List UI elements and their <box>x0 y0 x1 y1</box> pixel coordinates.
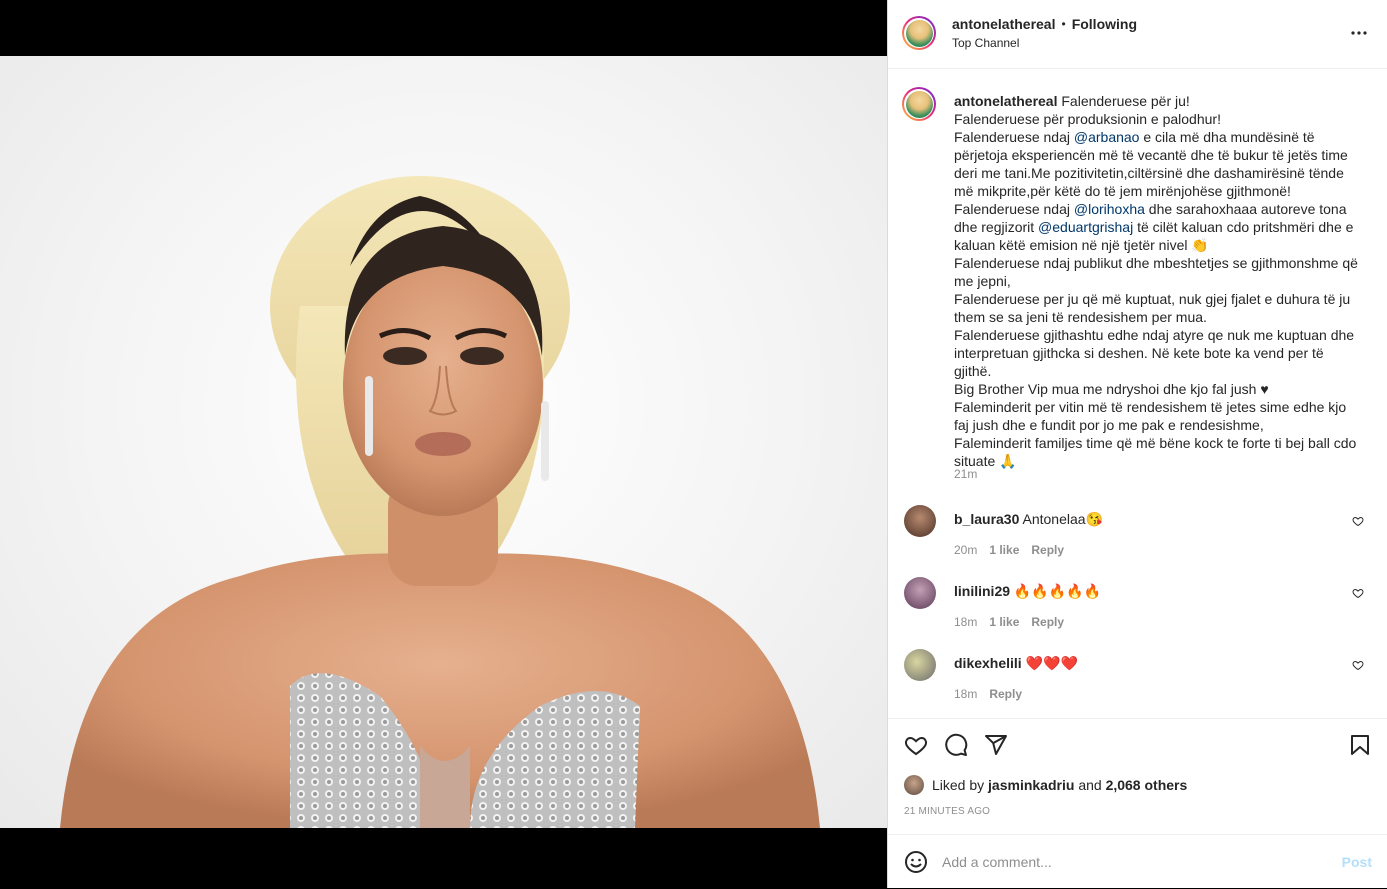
caption-line: Falenderuese për ju! <box>1061 93 1190 109</box>
mention-link[interactable]: @arbanao <box>1074 129 1140 145</box>
likes-summary: Liked by jasminkadriu and 2,068 others <box>904 775 1187 795</box>
comment-text: ❤️❤️❤️ <box>1025 655 1078 671</box>
post-comment-button[interactable]: Post <box>1342 854 1372 870</box>
commenter-avatar[interactable] <box>904 505 936 537</box>
commenter-avatar[interactable] <box>904 649 936 681</box>
comment-likes[interactable]: 1 like <box>989 543 1019 557</box>
commenter-username[interactable]: b_laura30 <box>954 511 1019 527</box>
caption-line: Big Brother Vip mua me ndryshoi dhe kjo … <box>954 381 1269 397</box>
comment-text: Antonelaa😘 <box>1022 511 1104 527</box>
reply-button[interactable]: Reply <box>989 687 1022 701</box>
caption-author-avatar[interactable] <box>902 87 936 121</box>
post-timestamp[interactable]: 21 MINUTES AGO <box>904 806 990 817</box>
post-media <box>0 0 887 888</box>
post-photo[interactable] <box>0 56 887 828</box>
post-panel: antonelathereal • Following Top Channel … <box>887 0 1387 888</box>
commenter-avatar[interactable] <box>904 577 936 609</box>
comment-like-heart-icon[interactable] <box>1352 659 1364 671</box>
comment-icon[interactable] <box>944 733 968 757</box>
caption-line: Faleminderit per vitin më të rendesishem… <box>954 399 1347 433</box>
comment-likes[interactable]: 1 like <box>989 615 1019 629</box>
comment-item: dikexhelili ❤️❤️❤️ 18m Reply <box>904 649 1374 709</box>
author-username[interactable]: antonelathereal <box>952 16 1055 32</box>
portrait-image <box>60 176 820 828</box>
commenter-username[interactable]: dikexhelili <box>954 655 1022 671</box>
share-icon[interactable] <box>984 733 1008 757</box>
heart-icon[interactable] <box>904 733 928 757</box>
caption-line: Falenderuese per ju që më kuptuat, nuk g… <box>954 291 1351 325</box>
liker-avatar[interactable] <box>904 775 924 795</box>
commenter-username[interactable]: linilini29 <box>954 583 1010 599</box>
liker-username[interactable]: jasminkadriu <box>988 777 1074 793</box>
likes-prefix: Liked by <box>932 777 985 793</box>
caption-time[interactable]: 21m <box>954 467 977 481</box>
author-avatar[interactable] <box>902 16 936 50</box>
mention-link[interactable]: @lorihoxha <box>1074 201 1145 217</box>
reply-button[interactable]: Reply <box>1031 543 1064 557</box>
post-header: antonelathereal • Following Top Channel <box>888 0 1387 69</box>
caption-line: Falenderuese për produksionin e palodhur… <box>954 111 1221 127</box>
comment-like-heart-icon[interactable] <box>1352 515 1364 527</box>
comment-time[interactable]: 20m <box>954 543 977 557</box>
reply-button[interactable]: Reply <box>1031 615 1064 629</box>
likes-others-link[interactable]: 2,068 others <box>1106 777 1188 793</box>
likes-and: and <box>1078 777 1102 793</box>
caption-username[interactable]: antonelathereal <box>954 93 1057 109</box>
caption-line: Falenderuese ndaj <box>954 201 1074 217</box>
separator-dot: • <box>1061 17 1066 31</box>
caption-line: Falenderuese ndaj publikut dhe mbeshtetj… <box>954 255 1358 289</box>
bookmark-icon[interactable] <box>1348 733 1372 757</box>
comment-input[interactable]: Add a comment... <box>942 854 1052 870</box>
comment-like-heart-icon[interactable] <box>1352 587 1364 599</box>
comment-time[interactable]: 18m <box>954 687 977 701</box>
action-bar <box>888 718 1387 771</box>
emoji-icon[interactable] <box>904 850 928 874</box>
post-subtitle[interactable]: Top Channel <box>952 36 1019 50</box>
caption-line: Falenderuese ndaj <box>954 129 1074 145</box>
mention-link[interactable]: @eduartgrishaj <box>1038 219 1133 235</box>
comment-item: b_laura30 Antonelaa😘 20m 1 like Reply <box>904 505 1374 565</box>
following-button[interactable]: Following <box>1072 16 1137 32</box>
comment-time[interactable]: 18m <box>954 615 977 629</box>
add-comment-bar: Add a comment... Post <box>888 834 1387 889</box>
comment-item: linilini29 🔥🔥🔥🔥🔥 18m 1 like Reply <box>904 577 1374 637</box>
comment-text: 🔥🔥🔥🔥🔥 <box>1013 583 1102 599</box>
caption-line: Falenderuese gjithashtu edhe ndaj atyre … <box>954 327 1355 379</box>
caption-line: Faleminderit familjes time që më bëne ko… <box>954 435 1357 469</box>
post-caption: antonelathereal Falenderuese për ju! Fal… <box>954 92 1364 470</box>
more-options-icon[interactable] <box>1350 24 1368 42</box>
